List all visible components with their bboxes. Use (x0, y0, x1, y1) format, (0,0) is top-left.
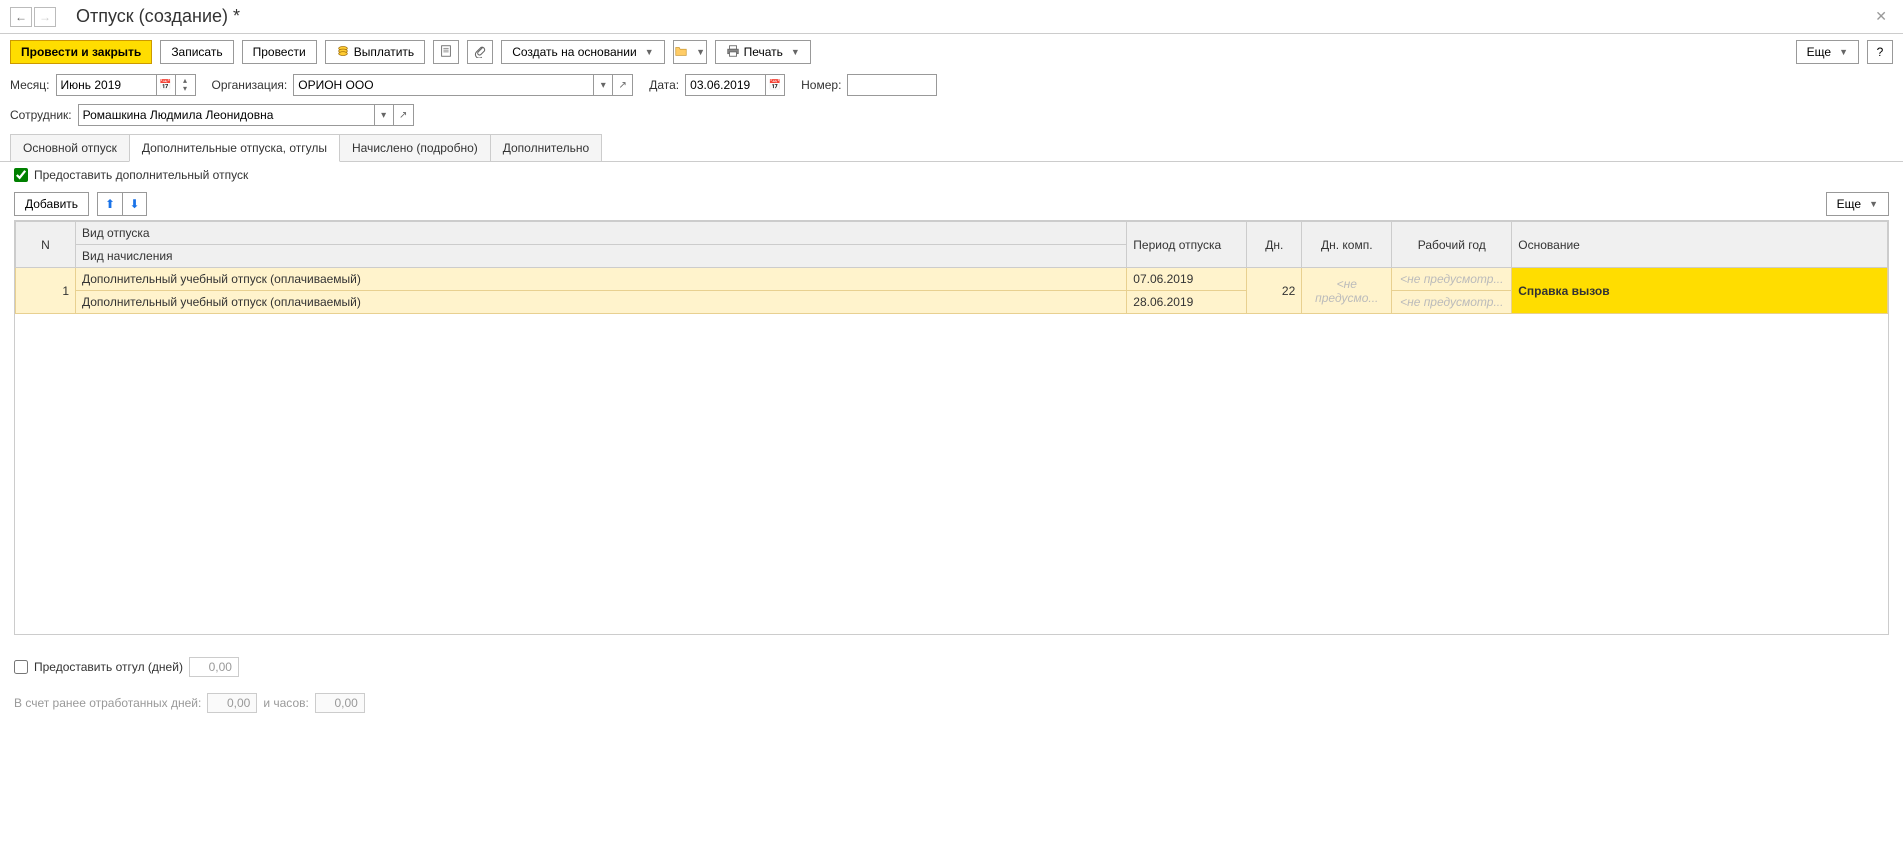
cell-year2[interactable]: <не предусмотр... (1392, 291, 1512, 314)
cell-period-from[interactable]: 07.06.2019 (1127, 268, 1247, 291)
back-button[interactable]: ← (10, 7, 32, 27)
cell-period-to[interactable]: 28.06.2019 (1127, 291, 1247, 314)
header-days: Дн. (1247, 222, 1302, 268)
forward-button[interactable]: → (34, 7, 56, 27)
hours-label: и часов: (263, 696, 308, 710)
table-row[interactable]: 1 Дополнительный учебный отпуск (оплачив… (16, 268, 1888, 291)
chevron-down-icon[interactable]: ▾ (374, 104, 394, 126)
table-more-button[interactable]: Еще ▼ (1826, 192, 1889, 216)
org-label: Организация: (212, 78, 288, 92)
cell-type[interactable]: Дополнительный учебный отпуск (оплачивае… (76, 268, 1127, 291)
document-icon (439, 44, 453, 61)
tabs: Основной отпуск Дополнительные отпуска, … (0, 134, 1903, 162)
add-button[interactable]: Добавить (14, 192, 89, 216)
month-input[interactable] (56, 74, 156, 96)
worked-days-row: В счет ранее отработанных дней: и часов: (14, 693, 1889, 713)
table-toolbar: Добавить ⬆ ⬇ Еще ▼ (0, 188, 1903, 220)
cell-comp[interactable]: <не предусмо... (1302, 268, 1392, 314)
header-period: Период отпуска (1127, 222, 1247, 268)
cell-days[interactable]: 22 (1247, 268, 1302, 314)
spinner-icon[interactable]: ▴▾ (176, 74, 196, 96)
provide-additional-checkbox[interactable] (14, 168, 28, 182)
time-off-label: Предоставить отгул (дней) (34, 660, 183, 674)
post-button[interactable]: Провести (242, 40, 317, 64)
page-title: Отпуск (создание) * (76, 6, 240, 27)
footer: Предоставить отгул (дней) В счет ранее о… (0, 635, 1903, 719)
month-input-group: 📅 ▴▾ (56, 74, 196, 96)
post-and-close-button[interactable]: Провести и закрыть (10, 40, 152, 64)
more-button[interactable]: Еще ▼ (1796, 40, 1859, 64)
calendar-icon[interactable]: 📅 (765, 74, 785, 96)
cell-basis[interactable]: Справка вызов (1512, 268, 1888, 314)
header-bar: ← → Отпуск (создание) * ✕ (0, 0, 1903, 34)
help-button[interactable]: ? (1867, 40, 1893, 64)
table-container[interactable]: N Вид отпуска Период отпуска Дн. Дн. ком… (14, 220, 1889, 635)
main-toolbar: Провести и закрыть Записать Провести Вып… (0, 34, 1903, 70)
header-basis: Основание (1512, 222, 1888, 268)
move-up-button[interactable]: ⬆ (98, 193, 122, 215)
cell-year[interactable]: <не предусмотр... (1392, 268, 1512, 291)
worked-days-label: В счет ранее отработанных дней: (14, 696, 201, 710)
org-input[interactable] (293, 74, 593, 96)
paperclip-icon (473, 44, 487, 61)
tab-main[interactable]: Основной отпуск (10, 134, 130, 161)
number-input[interactable] (847, 74, 937, 96)
chevron-down-icon: ▼ (696, 47, 705, 57)
employee-input[interactable] (78, 104, 374, 126)
tab-accrued[interactable]: Начислено (подробно) (339, 134, 491, 161)
date-input-group: 📅 (685, 74, 785, 96)
folder-button[interactable]: ▼ (673, 40, 707, 64)
chevron-down-icon[interactable]: ▾ (593, 74, 613, 96)
vacation-table: N Вид отпуска Период отпуска Дн. Дн. ком… (15, 221, 1888, 314)
move-buttons: ⬆ ⬇ (97, 192, 147, 216)
attachment-button[interactable] (467, 40, 493, 64)
chevron-down-icon: ▼ (1839, 47, 1848, 57)
date-label: Дата: (649, 78, 679, 92)
printer-icon (726, 44, 740, 61)
open-icon[interactable]: ↗ (613, 74, 633, 96)
open-icon[interactable]: ↗ (394, 104, 414, 126)
tab-extra[interactable]: Дополнительно (490, 134, 602, 161)
header-comp: Дн. комп. (1302, 222, 1392, 268)
number-label: Номер: (801, 78, 841, 92)
coins-icon (336, 44, 350, 61)
date-input[interactable] (685, 74, 765, 96)
header-n: N (16, 222, 76, 268)
form-row-2: Сотрудник: ▾ ↗ (0, 100, 1903, 130)
folder-icon (674, 44, 688, 61)
time-off-checkbox[interactable] (14, 660, 28, 674)
checkbox-row: Предоставить дополнительный отпуск (0, 162, 1903, 188)
chevron-down-icon: ▼ (645, 47, 654, 57)
employee-input-group: ▾ ↗ (78, 104, 414, 126)
worked-days-input (207, 693, 257, 713)
provide-additional-label: Предоставить дополнительный отпуск (34, 168, 248, 182)
time-off-input[interactable] (189, 657, 239, 677)
header-accrual: Вид начисления (76, 245, 1127, 268)
time-off-row: Предоставить отгул (дней) (14, 657, 1889, 677)
nav-buttons: ← → (10, 7, 56, 27)
pay-button[interactable]: Выплатить (325, 40, 426, 64)
tab-additional[interactable]: Дополнительные отпуска, отгулы (129, 134, 340, 162)
month-label: Месяц: (10, 78, 50, 92)
hours-input (315, 693, 365, 713)
calendar-icon[interactable]: 📅 (156, 74, 176, 96)
save-button[interactable]: Записать (160, 40, 233, 64)
chevron-down-icon: ▼ (791, 47, 800, 57)
move-down-button[interactable]: ⬇ (122, 193, 146, 215)
document-button[interactable] (433, 40, 459, 64)
employee-label: Сотрудник: (10, 108, 72, 122)
cell-accrual[interactable]: Дополнительный учебный отпуск (оплачивае… (76, 291, 1127, 314)
org-input-group: ▾ ↗ (293, 74, 633, 96)
form-row-1: Месяц: 📅 ▴▾ Организация: ▾ ↗ Дата: 📅 Ном… (0, 70, 1903, 100)
chevron-down-icon: ▼ (1869, 199, 1878, 209)
create-based-button[interactable]: Создать на основании ▼ (501, 40, 664, 64)
header-type: Вид отпуска (76, 222, 1127, 245)
print-button[interactable]: Печать ▼ (715, 40, 811, 64)
header-year: Рабочий год (1392, 222, 1512, 268)
cell-n[interactable]: 1 (16, 268, 76, 314)
close-icon[interactable]: ✕ (1869, 8, 1893, 25)
